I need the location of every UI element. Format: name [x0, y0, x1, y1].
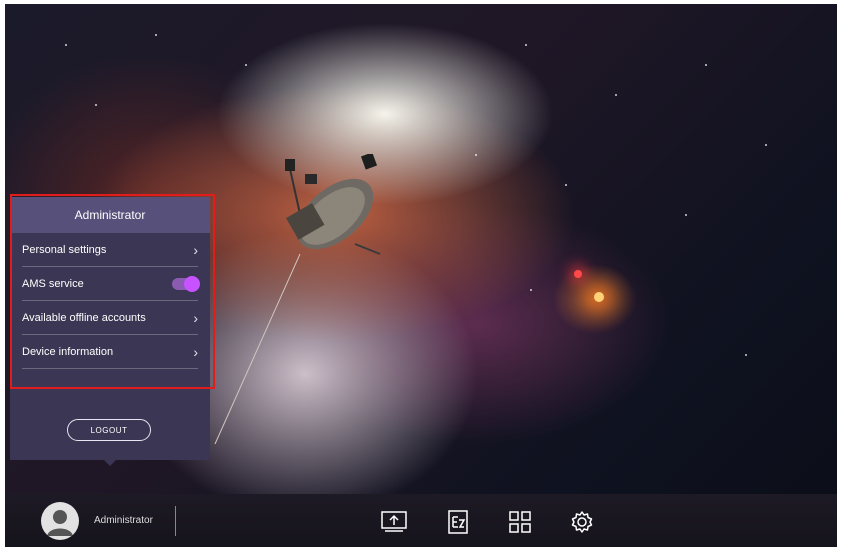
star: [65, 44, 67, 46]
red-star: [574, 270, 582, 278]
apps-grid-icon[interactable]: [506, 508, 534, 536]
star: [615, 94, 617, 96]
menu-item-device-information[interactable]: Device information ›: [22, 335, 198, 369]
menu-item-ams-service[interactable]: AMS service: [22, 267, 200, 301]
taskbar: Administrator: [5, 494, 837, 547]
star: [565, 184, 567, 186]
chevron-right-icon: ›: [193, 343, 198, 360]
menu-item-label: Personal settings: [22, 243, 107, 256]
taskbar-divider: [175, 506, 176, 536]
star: [685, 214, 687, 216]
star: [245, 64, 247, 66]
user-icon: [47, 510, 73, 536]
star: [475, 154, 477, 156]
star: [95, 104, 97, 106]
orange-star: [594, 292, 604, 302]
star: [530, 289, 532, 291]
star: [765, 144, 767, 146]
star: [705, 64, 707, 66]
chevron-right-icon: ›: [193, 309, 198, 326]
ez-write-icon[interactable]: [444, 508, 472, 536]
star: [745, 354, 747, 356]
panel-title: Administrator: [10, 197, 210, 233]
star: [525, 44, 527, 46]
account-panel: Administrator Personal settings › AMS se…: [10, 197, 210, 460]
menu-item-offline-accounts[interactable]: Available offline accounts ›: [22, 301, 198, 335]
settings-gear-icon[interactable]: [568, 508, 596, 536]
ams-service-toggle[interactable]: [172, 275, 200, 292]
menu-item-personal-settings[interactable]: Personal settings ›: [22, 233, 198, 267]
logout-button[interactable]: LOGOUT: [67, 419, 151, 441]
menu-item-label: AMS service: [22, 277, 84, 290]
space-probe-image: [214, 154, 381, 445]
menu-item-label: Available offline accounts: [22, 311, 146, 324]
chevron-right-icon: ›: [193, 241, 198, 258]
toggle-knob: [184, 275, 200, 292]
star: [155, 34, 157, 36]
panel-pointer: [104, 460, 116, 466]
screen-share-icon[interactable]: [380, 508, 408, 536]
user-name: Administrator: [94, 515, 153, 526]
user-avatar[interactable]: [41, 502, 79, 540]
menu-item-label: Device information: [22, 345, 114, 358]
